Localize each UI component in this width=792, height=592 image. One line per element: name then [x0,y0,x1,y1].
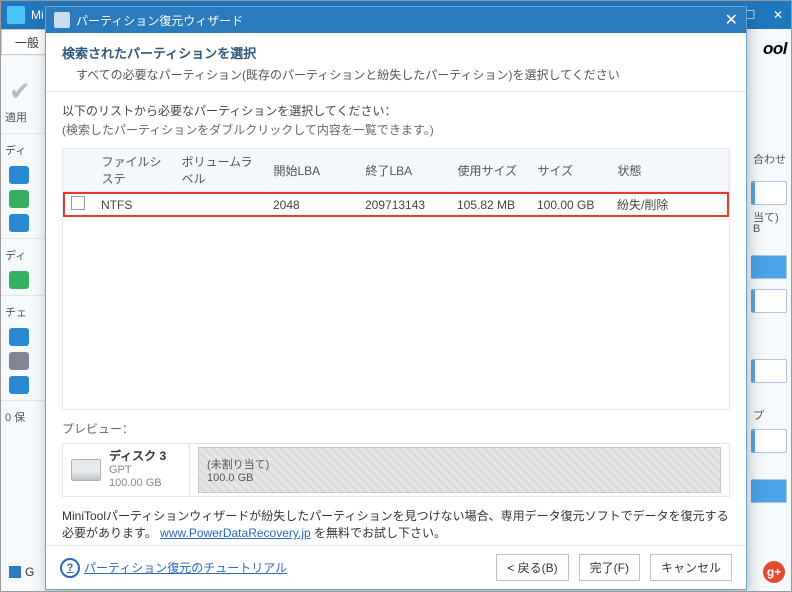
section-protect: 0 保 [1,407,46,427]
wizard-titlebar: パーティション復元ウィザード ✕ [46,7,746,33]
legend: G [9,565,34,579]
segment-line1: (未割り当て) [207,456,712,472]
cell-fs: NTFS [93,192,173,218]
section-disk2: ディ [1,245,46,265]
recovery-notice: MiniToolパーティションウィザードが紛失したパーティションを見つけない場合… [62,507,730,541]
col-start: 開始LBA [265,149,357,192]
left-sidebar: ✔ 適用 ディ ディ チェ 0 保 [1,56,47,591]
preview-bar: (未割り当て) 100.0 GB [190,444,729,496]
wizard-header: 検索されたパーティションを選択 すべての必要なパーティション(既存のパーティショ… [46,33,746,92]
window-close-icon[interactable]: ✕ [769,8,787,22]
right-block-6 [751,479,787,503]
apply-label: 適用 [1,107,46,127]
table-header-row: ファイルシステ ボリュームラベル 開始LBA 終了LBA 使用サイズ サイズ 状… [63,149,729,192]
disk-preview: ディスク 3 GPT 100.00 GB (未割り当て) 100.0 GB [62,443,730,497]
tool-icon-6[interactable] [9,352,29,370]
tool-icon-4[interactable] [9,271,29,289]
cell-used: 105.82 MB [449,192,529,218]
row-checkbox[interactable] [71,196,85,210]
apply-check-icon: ✔ [9,76,46,107]
brand-ool: ool [763,39,787,59]
wizard-footer: ? パーティション復元のチュートリアル < 戻る(B) 完了(F) キャンセル [46,545,746,589]
right-panel: ool 合わせ 当て) B プ g+ [747,29,791,591]
legend-swatch [9,566,21,578]
hdd-icon [71,459,101,481]
body-hint-1: 以下のリストから必要なパーティションを選択してください： [62,102,730,119]
tutorial-link-text: パーティション復元のチュートリアル [84,559,287,576]
right-block-3 [751,289,787,313]
tool-icon-7[interactable] [9,376,29,394]
segment-line2: 100.0 GB [207,472,712,484]
table-row[interactable]: NTFS 2048 209713143 105.82 MB 100.00 GB … [63,192,729,218]
app-icon [7,6,25,24]
section-check: チェ [1,302,46,322]
notice-text-2: を無料でお試し下さい。 [314,526,446,540]
disk-type: GPT [109,464,166,477]
col-label: ボリュームラベル [173,149,265,192]
wizard-subheading: すべての必要なパーティション(既存のパーティションと紛失したパーティション)を選… [76,66,730,83]
disk-size: 100.00 GB [109,477,166,490]
notice-link[interactable]: www.PowerDataRecovery.jp [160,526,311,540]
partition-table: ファイルシステ ボリュームラベル 開始LBA 終了LBA 使用サイズ サイズ 状… [62,148,730,410]
cell-state: 紛失/削除 [609,192,729,218]
finish-button[interactable]: 完了(F) [579,554,640,581]
section-disk: ディ [1,140,46,160]
tool-icon-1[interactable] [9,166,29,184]
preview-segment-unallocated[interactable]: (未割り当て) 100.0 GB [198,447,721,493]
wizard-heading: 検索されたパーティションを選択 [62,43,730,62]
wizard-title: パーティション復元ウィザード [76,12,243,29]
gplus-icon[interactable]: g+ [763,561,785,583]
wizard-close-icon[interactable]: ✕ [725,10,738,30]
col-checkbox [63,149,93,192]
tool-icon-5[interactable] [9,328,29,346]
tool-icon-2[interactable] [9,190,29,208]
preview-disk-info: ディスク 3 GPT 100.00 GB [63,444,190,496]
right-block-4 [751,359,787,383]
right-block-1 [751,181,787,205]
partition-recovery-wizard: パーティション復元ウィザード ✕ 検索されたパーティションを選択 すべての必要な… [45,6,747,590]
cell-end: 209713143 [357,192,449,218]
right-text-3: プ [753,407,764,423]
right-block-2 [751,255,787,279]
preview-label: プレビュー： [62,420,730,437]
col-fs: ファイルシステ [93,149,173,192]
right-text-2: B [753,223,760,235]
col-size: サイズ [529,149,609,192]
tutorial-link[interactable]: ? パーティション復元のチュートリアル [60,558,287,578]
cell-label [173,192,265,218]
main-title: Mi [31,8,44,22]
body-hint-2: (検索したパーティションをダブルクリックして内容を一覧できます。) [62,121,730,138]
back-button[interactable]: < 戻る(B) [496,554,568,581]
col-state: 状態 [609,149,729,192]
right-block-5 [751,429,787,453]
cell-size: 100.00 GB [529,192,609,218]
wizard-icon [54,12,70,28]
cell-start: 2048 [265,192,357,218]
legend-text: G [25,565,34,579]
help-icon: ? [60,558,80,578]
right-text-combine: 合わせ [753,151,786,167]
disk-name: ディスク 3 [109,450,166,464]
col-end: 終了LBA [357,149,449,192]
wizard-body: 以下のリストから必要なパーティションを選択してください： (検索したパーティショ… [46,92,746,545]
tool-icon-3[interactable] [9,214,29,232]
cancel-button[interactable]: キャンセル [650,554,732,581]
col-used: 使用サイズ [449,149,529,192]
